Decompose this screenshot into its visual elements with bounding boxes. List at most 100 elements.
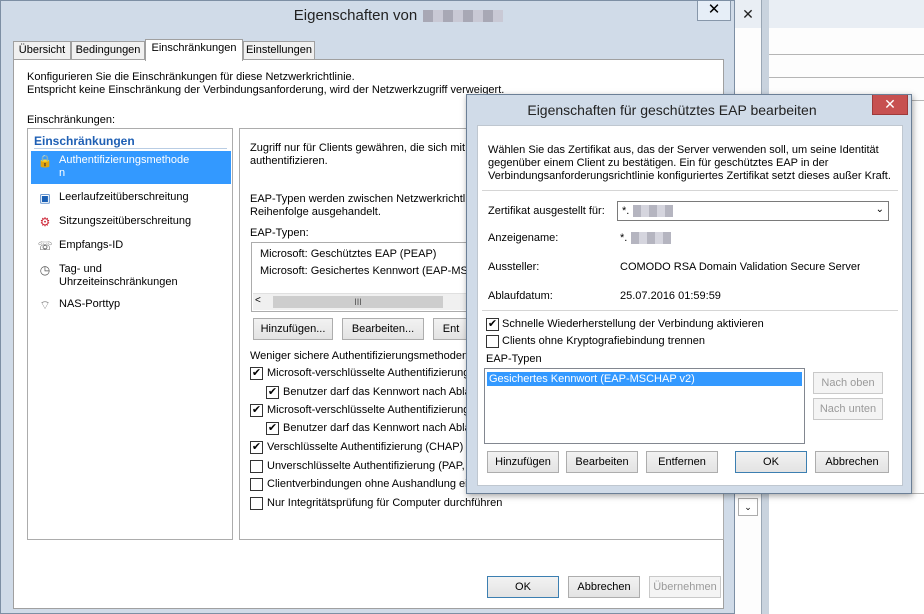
nav-item-label: Leerlaufzeitüberschreitung bbox=[59, 191, 189, 203]
intro-text: Zugriff nur für Clients gewähren, die si… bbox=[250, 142, 481, 154]
checkbox-label: Unverschlüsselte Authentifizierung (PAP,… bbox=[267, 460, 476, 472]
intro-text: authentifizieren. bbox=[250, 155, 328, 167]
checkbox-no-negotiation[interactable] bbox=[250, 478, 263, 491]
checkbox-mschap-change-password[interactable]: ✔ bbox=[266, 422, 279, 435]
nav-item-idle-timeout[interactable]: ▣ Leerlaufzeitüberschreitung bbox=[31, 188, 231, 208]
ok-button[interactable]: OK bbox=[487, 576, 559, 598]
background-close-button[interactable]: ✕ bbox=[733, 4, 763, 24]
disconnect-no-binding-checkbox[interactable] bbox=[486, 335, 499, 348]
redacted-cert bbox=[633, 205, 674, 218]
checkbox-mschap[interactable]: ✔ bbox=[250, 404, 263, 417]
add-eap-button[interactable]: Hinzufügen... bbox=[253, 318, 333, 340]
expiry-value: 25.07.2016 01:59:59 bbox=[620, 290, 721, 302]
nav-header: Einschränkungen bbox=[34, 134, 135, 148]
display-name-value: *. bbox=[620, 232, 672, 245]
session-timeout-icon: ⚙ bbox=[39, 215, 51, 229]
tab-conditions[interactable]: Bedingungen bbox=[71, 41, 145, 60]
background-panel bbox=[769, 493, 924, 614]
redacted-name bbox=[423, 10, 504, 23]
expiry-label: Ablaufdatum: bbox=[488, 290, 553, 302]
eap-separator bbox=[482, 310, 898, 311]
eap-close-button[interactable]: ✕ bbox=[872, 95, 908, 115]
cancel-button[interactable]: Abbrechen bbox=[568, 576, 640, 598]
called-station-icon: ☏ bbox=[37, 239, 53, 253]
less-secure-label: Weniger sichere Authentifizierungsmethod… bbox=[250, 350, 472, 362]
nav-item-nas-port-type[interactable]: ⌔ NAS-Porttyp bbox=[31, 295, 231, 315]
tab-restrictions[interactable]: Einschränkungen bbox=[145, 39, 243, 61]
checkbox-label: Microsoft-verschlüsselte Authentifizieru… bbox=[267, 367, 483, 379]
fast-reconnect-checkbox[interactable]: ✔ bbox=[486, 318, 499, 331]
description-line: Entspricht keine Einschränkung der Verbi… bbox=[27, 84, 505, 96]
nav-item-called-station-id[interactable]: ☏ Empfangs-ID bbox=[31, 236, 231, 256]
checkbox-mschap-v2-change-password[interactable]: ✔ bbox=[266, 386, 279, 399]
certificate-select[interactable]: *. ⌄ bbox=[617, 201, 889, 221]
chevron-down-icon: ⌄ bbox=[744, 502, 752, 512]
checkbox-label: Microsoft-verschlüsselte Authentifizieru… bbox=[267, 404, 477, 416]
checkbox-label: Benutzer darf das Kennwort nach Ablau bbox=[283, 386, 477, 398]
eap-description: Wählen Sie das Zertifikat aus, das der S… bbox=[488, 144, 891, 182]
eap-remove-button[interactable]: Entfernen bbox=[646, 451, 718, 473]
nav-item-authentication-methods[interactable]: 🔒 Authentifizierungsmethode n bbox=[31, 151, 231, 184]
scroll-left-icon[interactable]: < bbox=[255, 295, 261, 306]
close-button[interactable]: ✕ bbox=[697, 1, 731, 21]
cert-label: Zertifikat ausgestellt für: bbox=[488, 205, 605, 217]
redacted-display-name bbox=[631, 232, 672, 245]
eap-types-label: EAP-Typen: bbox=[250, 227, 309, 239]
checkbox-chap[interactable]: ✔ bbox=[250, 441, 263, 454]
eap-info-text: EAP-Typen werden zwischen Netzwerkrichtl… bbox=[250, 193, 477, 205]
nav-item-day-time[interactable]: ◷ Tag- und Uhrzeiteinschränkungen bbox=[31, 260, 231, 290]
issuer-value: COMODO RSA Domain Validation Secure Serv… bbox=[620, 261, 860, 273]
checkbox-label: Verschlüsselte Authentifizierung (CHAP) bbox=[267, 441, 464, 453]
eap-dialog-title: Eigenschaften für geschütztes EAP bearbe… bbox=[527, 102, 817, 118]
nav-item-label: Tag- und Uhrzeiteinschränkungen bbox=[59, 263, 178, 288]
certificate-select-value: *. bbox=[622, 205, 674, 218]
nav-item-label: Authentifizierungsmethode n bbox=[59, 154, 190, 179]
remove-eap-button[interactable]: Ent bbox=[433, 318, 469, 340]
display-name-label: Anzeigename: bbox=[488, 232, 559, 244]
dialog-title-text: Eigenschaften von bbox=[293, 7, 418, 24]
nav-item-label: Empfangs-ID bbox=[59, 239, 124, 251]
eap-separator bbox=[482, 190, 898, 191]
fast-reconnect-label: Schnelle Wiederherstellung der Verbindun… bbox=[502, 318, 764, 330]
edit-eap-button[interactable]: Bearbeiten... bbox=[342, 318, 424, 340]
dialog-title: Eigenschaften von bbox=[1, 4, 736, 28]
scroll-grip-icon: III bbox=[354, 297, 362, 307]
eap-info-text: Reihenfolge ausgehandelt. bbox=[250, 206, 381, 218]
eap-cancel-button[interactable]: Abbrechen bbox=[815, 451, 889, 473]
nas-port-icon: ⌔ bbox=[39, 298, 51, 312]
eap-add-button[interactable]: Hinzufügen bbox=[487, 451, 559, 473]
tab-overview[interactable]: Übersicht bbox=[13, 41, 71, 60]
move-down-button[interactable]: Nach unten bbox=[813, 398, 883, 420]
background-combo[interactable]: ⌄ bbox=[738, 498, 758, 516]
nav-item-label: NAS-Porttyp bbox=[59, 298, 121, 310]
eap-edit-button[interactable]: Bearbeiten bbox=[566, 451, 638, 473]
scroll-thumb[interactable]: III bbox=[273, 296, 443, 308]
list-item[interactable]: Microsoft: Geschütztes EAP (PEAP) bbox=[260, 248, 436, 261]
checkbox-label: Nur Integritätsprüfung für Computer durc… bbox=[267, 497, 503, 509]
checkbox-health-check-only[interactable] bbox=[250, 497, 263, 510]
move-up-button[interactable]: Nach oben bbox=[813, 372, 883, 394]
nav-item-session-timeout[interactable]: ⚙ Sitzungszeitüberschreitung bbox=[31, 212, 231, 232]
checkbox-label: Benutzer darf das Kennwort nach Ablau bbox=[283, 422, 477, 434]
background-row-line bbox=[769, 77, 924, 78]
checkbox-label: Clientverbindungen ohne Aushandlung eine bbox=[267, 478, 480, 490]
description: Konfigurieren Sie die Einschränkungen fü… bbox=[27, 71, 504, 97]
description-line: Konfigurieren Sie die Einschränkungen fü… bbox=[27, 71, 355, 83]
nav-divider bbox=[34, 148, 227, 149]
horizontal-scrollbar[interactable]: < III bbox=[253, 293, 469, 310]
disconnect-no-binding-label: Clients ohne Kryptografiebindung trennen bbox=[502, 335, 706, 347]
issuer-label: Aussteller: bbox=[488, 261, 540, 273]
apply-button[interactable]: Übernehmen bbox=[649, 576, 721, 598]
chevron-down-icon: ⌄ bbox=[875, 204, 884, 215]
idle-timeout-icon: ▣ bbox=[39, 191, 51, 205]
eap-types-list[interactable]: Gesichertes Kennwort (EAP-MSCHAP v2) bbox=[484, 368, 805, 444]
clock-icon: ◷ bbox=[39, 263, 51, 277]
eap-ok-button[interactable]: OK bbox=[735, 451, 807, 473]
list-item[interactable]: Gesichertes Kennwort (EAP-MSCHAP v2) bbox=[487, 372, 802, 386]
eap-types-label: EAP-Typen bbox=[486, 353, 542, 365]
list-item[interactable]: Microsoft: Gesichertes Kennwort (EAP-MSC… bbox=[260, 265, 491, 278]
checkbox-pap[interactable] bbox=[250, 460, 263, 473]
checkbox-mschap-v2[interactable]: ✔ bbox=[250, 367, 263, 380]
nav-item-label: Sitzungszeitüberschreitung bbox=[59, 215, 192, 227]
tab-settings[interactable]: Einstellungen bbox=[243, 41, 315, 60]
